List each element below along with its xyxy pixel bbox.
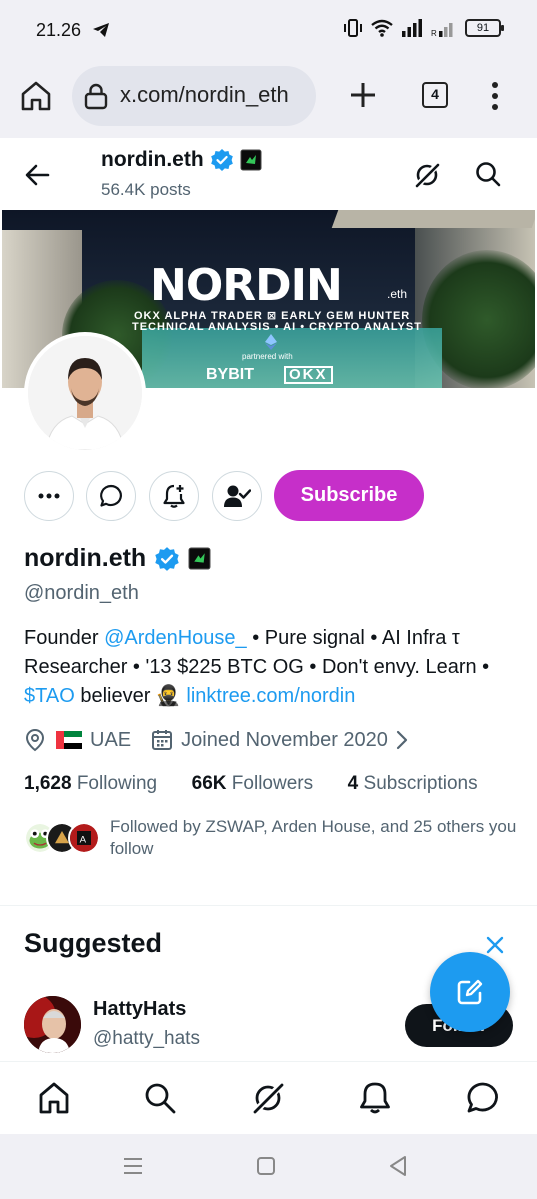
address-bar[interactable]: x.com/nordin_eth: [72, 66, 316, 126]
recents-icon[interactable]: [122, 1156, 144, 1176]
location-pin-icon: [25, 728, 45, 752]
bio-text: believer 🥷: [74, 685, 187, 707]
browser-toolbar: x.com/nordin_eth 4: [0, 60, 537, 138]
suggested-user-handle: @hatty_hats: [93, 1028, 200, 1049]
more-vert-icon[interactable]: [484, 80, 506, 112]
suggested-title: Suggested: [24, 928, 163, 958]
url-text: x.com/nordin_eth: [120, 82, 289, 107]
avatar-photo: [28, 336, 142, 450]
following-status-button[interactable]: [212, 471, 262, 521]
chevron-right-icon[interactable]: [396, 730, 408, 750]
more-options-button[interactable]: [24, 471, 74, 521]
message-button[interactable]: [86, 471, 136, 521]
lock-icon: [84, 83, 108, 110]
system-navigation-bar: [0, 1134, 537, 1199]
search-icon[interactable]: [474, 160, 502, 188]
bio-mention-link[interactable]: @ArdenHouse_: [104, 627, 247, 649]
profile-location: UAE: [90, 728, 132, 751]
uae-flag-icon: [56, 731, 82, 749]
followed-by-text: Followed by ZSWAP, Arden House, and 25 o…: [110, 817, 517, 858]
ethereum-logo-icon: [265, 334, 277, 350]
profile-avatar[interactable]: [24, 332, 146, 454]
compose-post-button[interactable]: [430, 952, 510, 1032]
section-divider: [0, 905, 537, 906]
profile-name: nordin.eth: [24, 544, 147, 572]
subscriptions-label: Subscriptions: [363, 773, 478, 794]
verified-badge-icon[interactable]: [154, 546, 180, 572]
vibrate-icon: [344, 19, 362, 37]
svg-text:R: R: [431, 29, 437, 37]
banner-okx-logo: OKX: [284, 366, 333, 384]
profile-name-row: nordin.eth: [24, 544, 211, 573]
following-stat[interactable]: 1,628 Following: [24, 773, 157, 794]
status-bar: 21.26 R 91: [0, 0, 537, 60]
tab-switcher-button[interactable]: 4: [422, 82, 448, 108]
bell-plus-icon: [163, 484, 185, 508]
back-arrow-icon[interactable]: [22, 160, 52, 190]
more-horiz-icon: [38, 493, 60, 499]
back-nav-icon[interactable]: [388, 1155, 408, 1177]
suggested-user-avatar[interactable]: [24, 996, 81, 1053]
status-icons: R 91: [343, 18, 504, 38]
telegram-icon: [93, 23, 109, 37]
message-bubble-icon: [100, 484, 122, 507]
following-count: 1,628: [24, 773, 72, 794]
status-time: 21.26: [36, 20, 82, 40]
suggested-avatar-photo: [24, 996, 81, 1053]
banner-partnered: partnered with: [242, 352, 293, 361]
signal-roaming-icon: R: [431, 23, 453, 37]
followed-by-section[interactable]: A Followed by ZSWAP, Arden House, and 25…: [24, 814, 524, 862]
followers-count: 66K: [191, 773, 227, 794]
verified-badge-icon: [210, 149, 233, 171]
header-name-row: nordin.eth: [101, 148, 262, 172]
affiliate-badge-icon: [240, 149, 262, 171]
followers-stat[interactable]: 66K Followers: [192, 773, 313, 794]
profile-stats: 1,628 Following 66K Followers 4 Subscrip…: [24, 773, 478, 795]
messages-icon[interactable]: [465, 1080, 501, 1116]
battery-indicator: 91: [465, 19, 504, 37]
close-icon[interactable]: [484, 934, 506, 956]
bio-cashtag-link[interactable]: $TAO: [24, 685, 75, 707]
home-icon[interactable]: [18, 78, 54, 114]
header-name: nordin.eth: [101, 148, 204, 171]
header-post-count: 56.4K posts: [101, 180, 191, 199]
bio-text: Founder: [24, 627, 105, 649]
search-icon[interactable]: [142, 1080, 178, 1116]
profile-handle: @nordin_eth: [24, 582, 139, 604]
subscriptions-count: 4: [347, 773, 359, 794]
banner-suffix: .eth: [387, 287, 408, 301]
calendar-icon: [152, 730, 173, 750]
bio-website-link[interactable]: linktree.com/nordin: [186, 685, 355, 707]
signal-icon: [402, 19, 422, 37]
following-label: Following: [76, 773, 158, 794]
profile-meta: UAE Joined November 2020: [24, 728, 408, 752]
new-tab-icon[interactable]: [346, 78, 380, 112]
profile-joined-date[interactable]: Joined November 2020: [181, 729, 388, 752]
banner-roof: [331, 210, 535, 228]
notifications-button[interactable]: [149, 471, 199, 521]
subscribe-button[interactable]: Subscribe: [274, 470, 424, 521]
svg-text:A: A: [80, 834, 87, 845]
bell-icon[interactable]: [357, 1080, 393, 1116]
home-nav-icon[interactable]: [256, 1156, 276, 1176]
banner-bybit-logo: BYBIT: [206, 366, 254, 383]
user-check-icon: [224, 485, 251, 507]
subscriptions-stat[interactable]: 4 Subscriptions: [348, 773, 478, 794]
follower-avatar: A: [68, 822, 100, 854]
profile-bio: Founder @ArdenHouse_ • Pure signal • AI …: [24, 624, 524, 711]
banner-title: NORDIN: [150, 260, 343, 311]
banner-tagline-2: TECHNICAL ANALYSIS • AI • CRYPTO ANALYST: [132, 321, 422, 333]
home-icon[interactable]: [36, 1080, 72, 1116]
followers-label: Followers: [231, 773, 314, 794]
grok-icon[interactable]: [250, 1080, 286, 1116]
grok-icon[interactable]: [412, 160, 442, 190]
compose-icon: [457, 979, 483, 1005]
bottom-navigation: [0, 1061, 537, 1134]
wifi-icon: [371, 19, 393, 37]
suggested-user-name[interactable]: HattyHats: [93, 998, 186, 1021]
profile-header: nordin.eth 56.4K posts: [0, 138, 537, 210]
affiliate-badge-icon[interactable]: [188, 547, 211, 570]
